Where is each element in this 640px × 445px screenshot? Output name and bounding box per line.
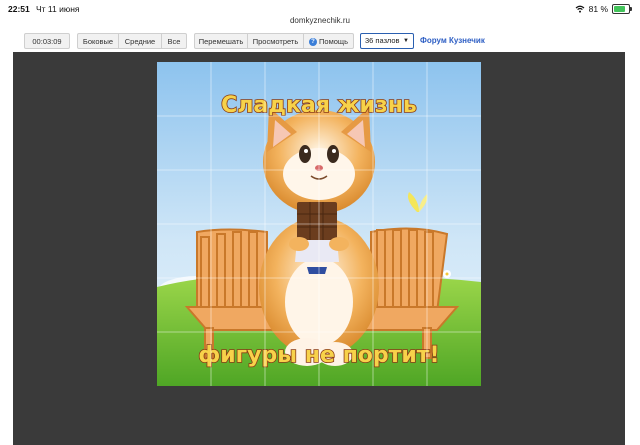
puzzle-image[interactable]: Сладкая жизнь фигуры не портит! xyxy=(157,62,481,386)
shuffle-button[interactable]: Перемешать xyxy=(194,33,248,49)
help-label: Помощь xyxy=(319,37,348,46)
middle-pieces-button[interactable]: Средние xyxy=(118,33,162,49)
puzzle-toolbar: 00:03:09 Боковые Средние Все Перемешать … xyxy=(0,33,640,49)
date: Чт 11 июня xyxy=(36,4,80,14)
pieces-count-select[interactable]: 36 пазлов ▼ xyxy=(360,33,414,49)
preview-button[interactable]: Просмотреть xyxy=(247,33,304,49)
clock: 22:51 xyxy=(8,4,30,14)
battery-fill xyxy=(614,6,625,12)
all-pieces-button[interactable]: Все xyxy=(161,33,187,49)
battery-percent: 81 % xyxy=(588,4,608,14)
address-bar[interactable]: domkyznechik.ru xyxy=(0,16,640,25)
chevron-down-icon: ▼ xyxy=(403,38,409,44)
puzzle-picture: Сладкая жизнь фигуры не портит! xyxy=(157,62,481,386)
side-pieces-button[interactable]: Боковые xyxy=(77,33,119,49)
forum-link[interactable]: Форум Кузнечик xyxy=(420,33,485,49)
pieces-count-value: 36 пазлов xyxy=(365,36,400,45)
wifi-icon xyxy=(575,5,585,13)
help-button[interactable]: ? Помощь xyxy=(303,33,354,49)
help-icon: ? xyxy=(309,38,318,47)
flower xyxy=(443,270,451,278)
timer-display: 00:03:09 xyxy=(24,33,70,49)
status-right: 81 % xyxy=(575,4,632,14)
battery-icon xyxy=(612,4,632,14)
